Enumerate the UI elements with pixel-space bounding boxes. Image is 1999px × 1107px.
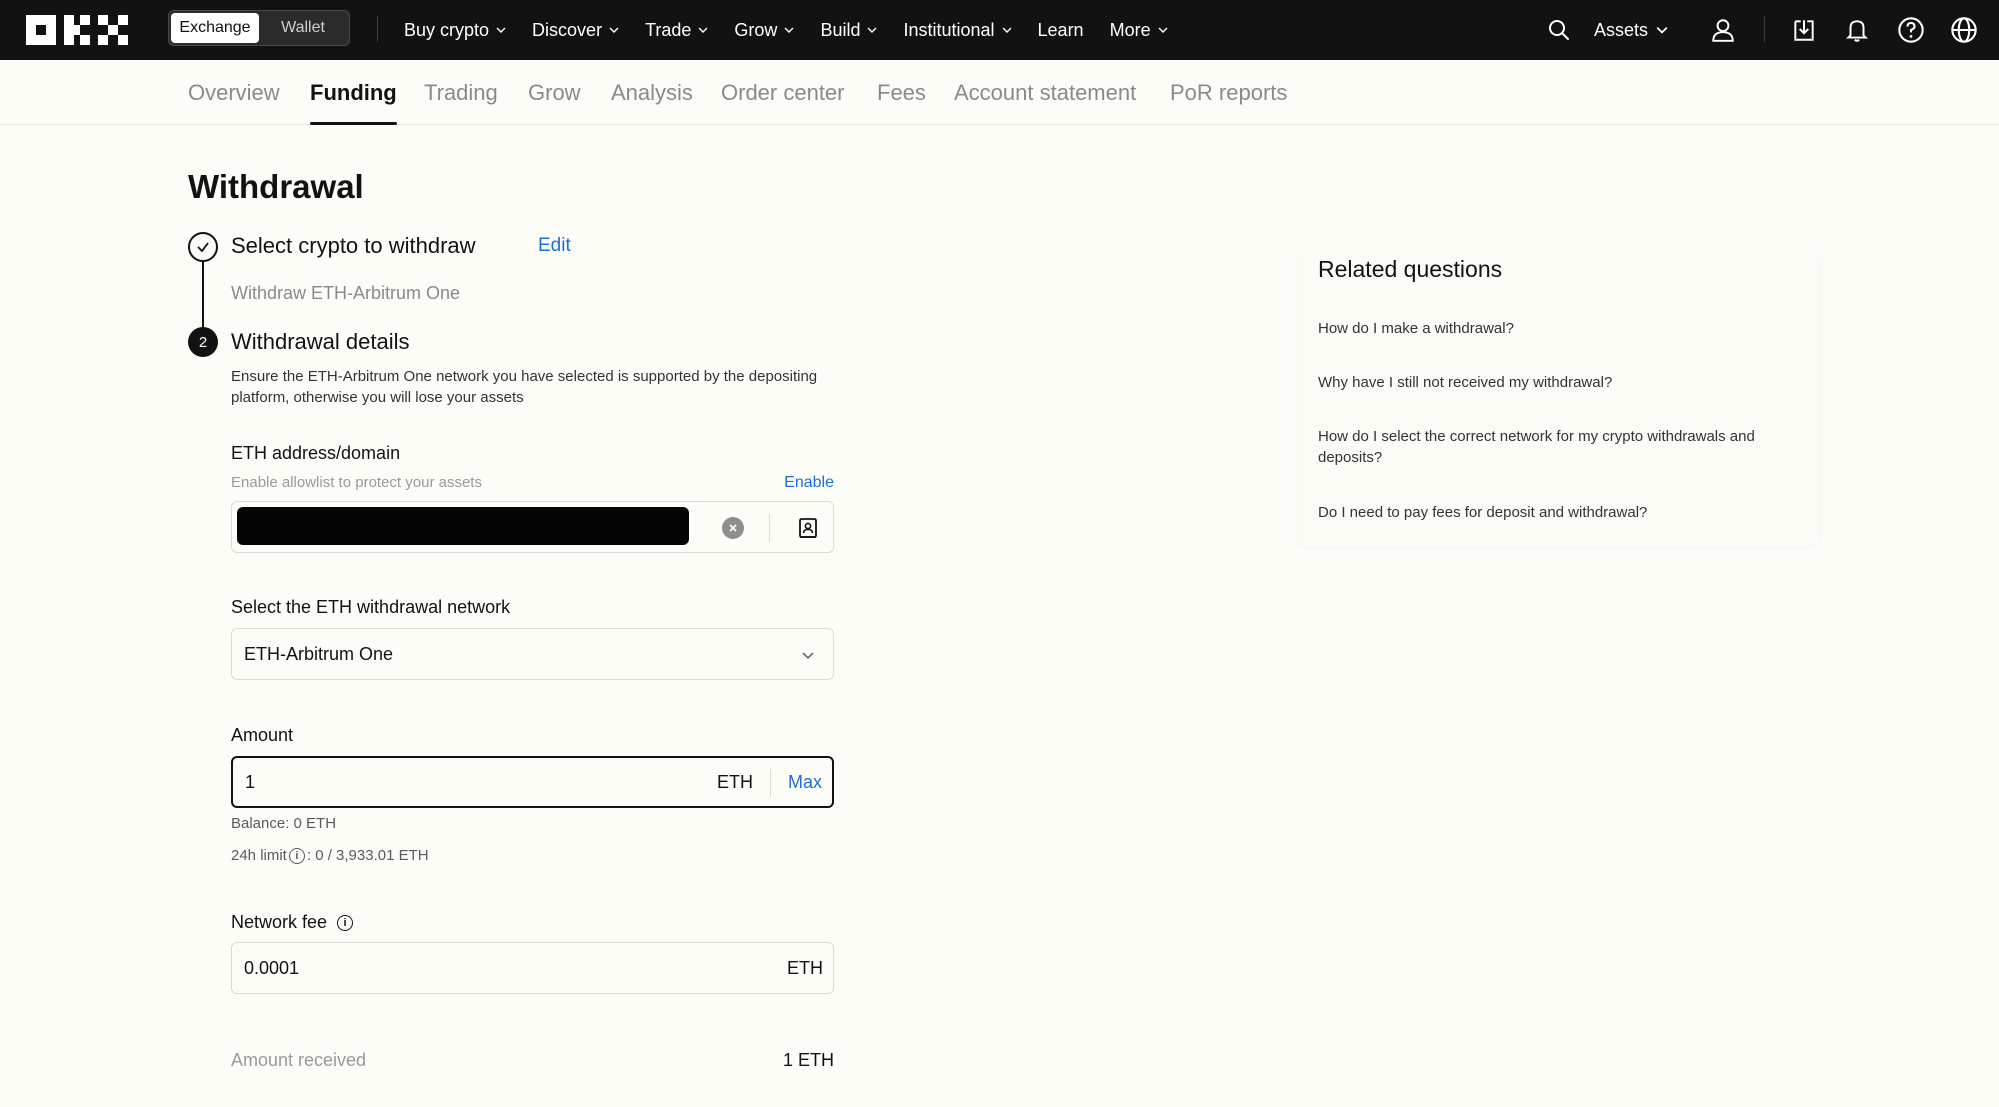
tab-grow[interactable]: Grow <box>528 60 581 125</box>
chevron-down-icon <box>609 27 619 33</box>
wallet-mode-button[interactable]: Wallet <box>259 13 347 43</box>
address-book-icon[interactable] <box>794 514 822 542</box>
tab-order-center[interactable]: Order center <box>721 60 845 125</box>
network-fee-unit: ETH <box>787 957 823 978</box>
network-fee-value: 0.0001 <box>244 957 300 978</box>
tab-funding[interactable]: Funding <box>310 60 397 125</box>
exchange-wallet-toggle: Exchange Wallet <box>168 10 350 46</box>
tab-overview[interactable]: Overview <box>188 60 280 125</box>
page-title: Withdrawal <box>188 168 364 205</box>
balance-text: Balance: 0 ETH <box>231 815 337 832</box>
top-navigation-bar: Exchange Wallet Buy crypto Discover Trad… <box>0 0 1999 60</box>
tab-account-statement[interactable]: Account statement <box>954 60 1136 125</box>
main-menu: Buy crypto Discover Trade Grow Build Ins… <box>404 0 1194 60</box>
chevron-down-icon <box>802 652 814 660</box>
step2-number-badge: 2 <box>188 327 218 357</box>
menu-build[interactable]: Build <box>820 20 877 41</box>
nav-divider <box>377 16 378 42</box>
menu-learn[interactable]: Learn <box>1038 20 1084 41</box>
input-divider <box>770 769 771 797</box>
amount-received-label: Amount received <box>231 1050 367 1070</box>
chevron-down-icon <box>1656 27 1668 34</box>
okx-logo[interactable] <box>26 15 132 45</box>
related-question-link[interactable]: Do I need to pay fees for deposit and wi… <box>1318 502 1788 523</box>
menu-more[interactable]: More <box>1110 20 1168 41</box>
bell-icon[interactable] <box>1841 14 1873 46</box>
chevron-down-icon <box>496 27 506 33</box>
menu-institutional[interactable]: Institutional <box>903 19 1012 41</box>
menu-label: More <box>1109 19 1151 40</box>
step2-title: Withdrawal details <box>231 329 410 354</box>
menu-label: Grow <box>734 19 778 40</box>
max-amount-button[interactable]: Max <box>788 758 822 806</box>
related-question-link[interactable]: How do I select the correct network for … <box>1318 426 1788 468</box>
network-fee-label: Network fee <box>231 912 328 932</box>
address-label: ETH address/domain <box>231 443 401 463</box>
daily-limit-row: 24h limit i : 0 / 3,933.01 ETH <box>231 847 429 864</box>
tab-analysis[interactable]: Analysis <box>611 60 693 125</box>
limit-label: 24h limit <box>231 847 287 864</box>
amount-received-value: 1 ETH <box>782 1050 834 1070</box>
allowlist-hint: Enable allowlist to protect your assets <box>231 474 482 491</box>
assets-label: Assets <box>1594 19 1649 40</box>
step1-title: Select crypto to withdraw <box>231 233 476 258</box>
menu-grow[interactable]: Grow <box>734 20 794 41</box>
network-fee-field: 0.0001 ETH <box>231 942 834 994</box>
menu-label: Learn <box>1037 19 1084 40</box>
network-warning-text: Ensure the ETH-Arbitrum One network you … <box>231 368 818 406</box>
help-icon[interactable] <box>1895 14 1927 46</box>
amount-input[interactable]: 1 ETH Max <box>231 756 834 808</box>
redacted-address-value <box>237 507 689 545</box>
clear-icon[interactable] <box>722 517 744 539</box>
info-icon[interactable]: i <box>337 914 354 931</box>
user-icon[interactable] <box>1707 14 1739 46</box>
menu-label: Discover <box>532 19 603 40</box>
search-icon[interactable] <box>1543 14 1575 46</box>
amount-value: 1 <box>245 771 256 792</box>
step1-summary: Withdraw ETH-Arbitrum One <box>231 283 461 303</box>
tab-trading[interactable]: Trading <box>424 60 498 125</box>
menu-label: Buy crypto <box>404 19 490 40</box>
tab-fees[interactable]: Fees <box>877 60 926 125</box>
tab-por-reports[interactable]: PoR reports <box>1170 60 1287 125</box>
account-subnav: Overview Funding Trading Grow Analysis O… <box>0 60 1999 125</box>
input-divider <box>769 514 770 542</box>
menu-label: Build <box>820 19 861 40</box>
menu-label: Trade <box>645 19 692 40</box>
address-input[interactable] <box>231 501 834 553</box>
related-question-link[interactable]: Why have I still not received my withdra… <box>1318 372 1788 393</box>
amount-label: Amount <box>231 725 294 745</box>
enable-allowlist-link[interactable]: Enable <box>784 474 834 492</box>
menu-discover[interactable]: Discover <box>532 20 619 41</box>
step-complete-check-icon <box>188 232 218 262</box>
chevron-down-icon <box>698 27 708 33</box>
globe-icon[interactable] <box>1948 14 1980 46</box>
menu-label: Institutional <box>903 19 995 40</box>
nav-divider <box>1764 16 1765 42</box>
network-label: Select the ETH withdrawal network <box>231 597 511 617</box>
download-icon[interactable] <box>1788 14 1820 46</box>
limit-value: : 0 / 3,933.01 ETH <box>306 847 429 864</box>
chevron-down-icon <box>784 27 794 33</box>
related-questions-panel: Related questions How do I make a withdr… <box>1298 248 1820 546</box>
network-selected-value: ETH-Arbitrum One <box>244 643 394 664</box>
related-questions-title: Related questions <box>1318 256 1503 282</box>
chevron-down-icon <box>1002 27 1012 33</box>
menu-trade[interactable]: Trade <box>645 20 708 41</box>
chevron-down-icon <box>1158 27 1168 33</box>
info-icon[interactable]: i <box>288 847 305 864</box>
amount-unit: ETH <box>717 771 753 792</box>
menu-buy-crypto[interactable]: Buy crypto <box>404 20 506 41</box>
edit-crypto-link[interactable]: Edit <box>538 235 571 257</box>
step-connector <box>202 262 204 328</box>
chevron-down-icon <box>867 27 877 33</box>
network-fee-label-row: Network fee i <box>231 912 355 933</box>
related-question-link[interactable]: How do I make a withdrawal? <box>1318 318 1788 339</box>
exchange-mode-button[interactable]: Exchange <box>171 13 259 43</box>
network-select[interactable]: ETH-Arbitrum One <box>231 628 834 680</box>
assets-menu[interactable]: Assets <box>1594 0 1668 60</box>
